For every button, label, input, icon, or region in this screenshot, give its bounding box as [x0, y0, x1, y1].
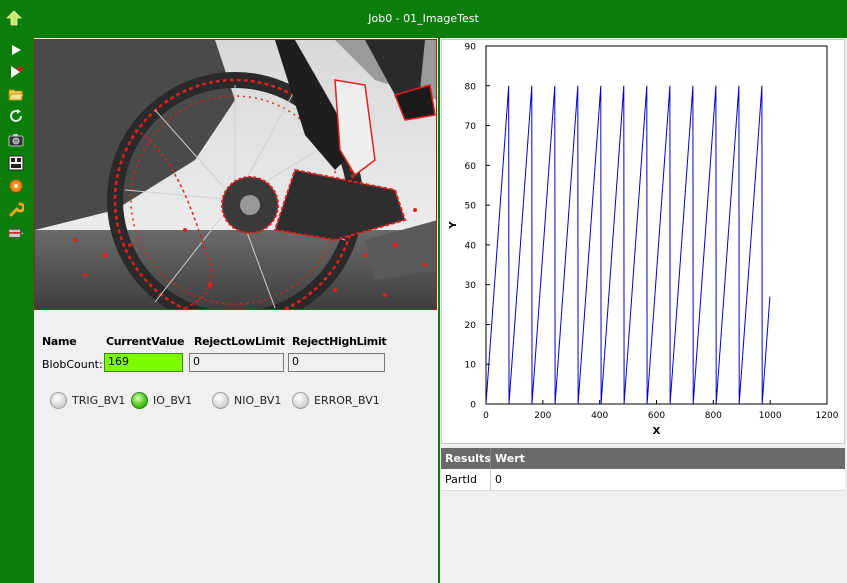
toolbar [0, 38, 33, 583]
result-name-cell: PartId [445, 473, 477, 486]
indicator-label: IO_BV1 [153, 393, 193, 407]
indicator-trig-bv1: TRIG_BV1 [50, 390, 125, 410]
left-panel: Name CurrentValue RejectLowLimit RejectH… [34, 38, 438, 583]
indicator-label: ERROR_BV1 [314, 393, 380, 407]
wrench-icon[interactable] [8, 201, 24, 217]
y-tick-label: 10 [465, 361, 477, 371]
header-reject-high-limit: RejectHighLimit [292, 335, 387, 348]
error-led-icon [292, 391, 309, 409]
results-table: Results Wert PartId 0 [441, 448, 845, 491]
y-tick-label: 30 [465, 281, 477, 291]
xy-chart: 0 10 20 30 40 50 60 70 80 90 0 200 400 600 800 1000 1200… [441, 39, 845, 444]
results-column-header: Results [445, 452, 491, 465]
x-tick-label: 200 [534, 411, 551, 421]
wert-column-header: Wert [495, 452, 525, 465]
blob-count-label: BlobCount: [42, 358, 103, 371]
play-record-icon[interactable] [8, 64, 24, 80]
open-folder-icon[interactable] [8, 86, 24, 102]
play-icon[interactable] [8, 42, 24, 58]
results-header-row: Results Wert [441, 448, 845, 469]
indicator-io-bv1: IO_BV1 [131, 390, 192, 410]
x-axis-label: X [653, 426, 661, 437]
trig-led-icon [50, 391, 67, 409]
y-tick-label: 0 [470, 401, 476, 411]
y-tick-label: 80 [465, 82, 477, 92]
x-tick-label: 800 [705, 411, 722, 421]
y-tick-label: 20 [465, 321, 477, 331]
window-title: Job0 - 01_ImageTest [368, 12, 479, 25]
display-icon[interactable] [8, 155, 24, 171]
settings-gear-icon[interactable] [8, 178, 24, 194]
table-row[interactable]: PartId 0 [441, 469, 845, 491]
right-panel: 0 10 20 30 40 50 60 70 80 90 0 200 400 600 800 1000 1200… [440, 38, 847, 583]
header-reject-low-limit: RejectLowLimit [194, 335, 285, 348]
header-current-value: CurrentValue [106, 335, 185, 348]
indicator-error-bv1: ERROR_BV1 [292, 390, 380, 410]
x-tick-label: 600 [648, 411, 665, 421]
io-led-icon [131, 391, 148, 409]
result-value-cell: 0 [495, 473, 502, 486]
x-tick-label: 1200 [816, 411, 839, 421]
camera-icon[interactable] [8, 132, 24, 148]
y-tick-label: 50 [465, 202, 477, 212]
toolbox-icon[interactable] [8, 224, 24, 240]
reject-low-limit-field[interactable]: 0 [189, 353, 284, 372]
reject-high-limit-field[interactable]: 0 [288, 353, 385, 372]
column-separator [490, 469, 491, 490]
inspection-image [34, 39, 437, 310]
y-tick-label: 70 [465, 122, 477, 132]
indicator-nio-bv1: NIO_BV1 [212, 390, 281, 410]
nio-led-icon [212, 391, 229, 409]
x-tick-label: 400 [591, 411, 608, 421]
x-tick-label: 0 [483, 411, 489, 421]
y-tick-label: 40 [465, 241, 477, 251]
chart-canvas: 0 10 20 30 40 50 60 70 80 90 0 200 400 600 800 1000 1200… [448, 43, 839, 438]
plot-area [485, 45, 828, 405]
y-axis-label: Y [448, 221, 459, 230]
current-value-field[interactable]: 169 [104, 353, 183, 372]
y-tick-label: 90 [465, 43, 477, 53]
indicator-label: TRIG_BV1 [72, 393, 126, 407]
indicator-label: NIO_BV1 [234, 393, 282, 407]
refresh-icon[interactable] [8, 108, 24, 124]
y-tick-label: 60 [465, 162, 477, 172]
x-tick-label: 1000 [759, 411, 782, 421]
title-bar: Job0 - 01_ImageTest [0, 0, 847, 38]
header-name: Name [42, 335, 77, 348]
column-separator[interactable] [490, 448, 491, 469]
